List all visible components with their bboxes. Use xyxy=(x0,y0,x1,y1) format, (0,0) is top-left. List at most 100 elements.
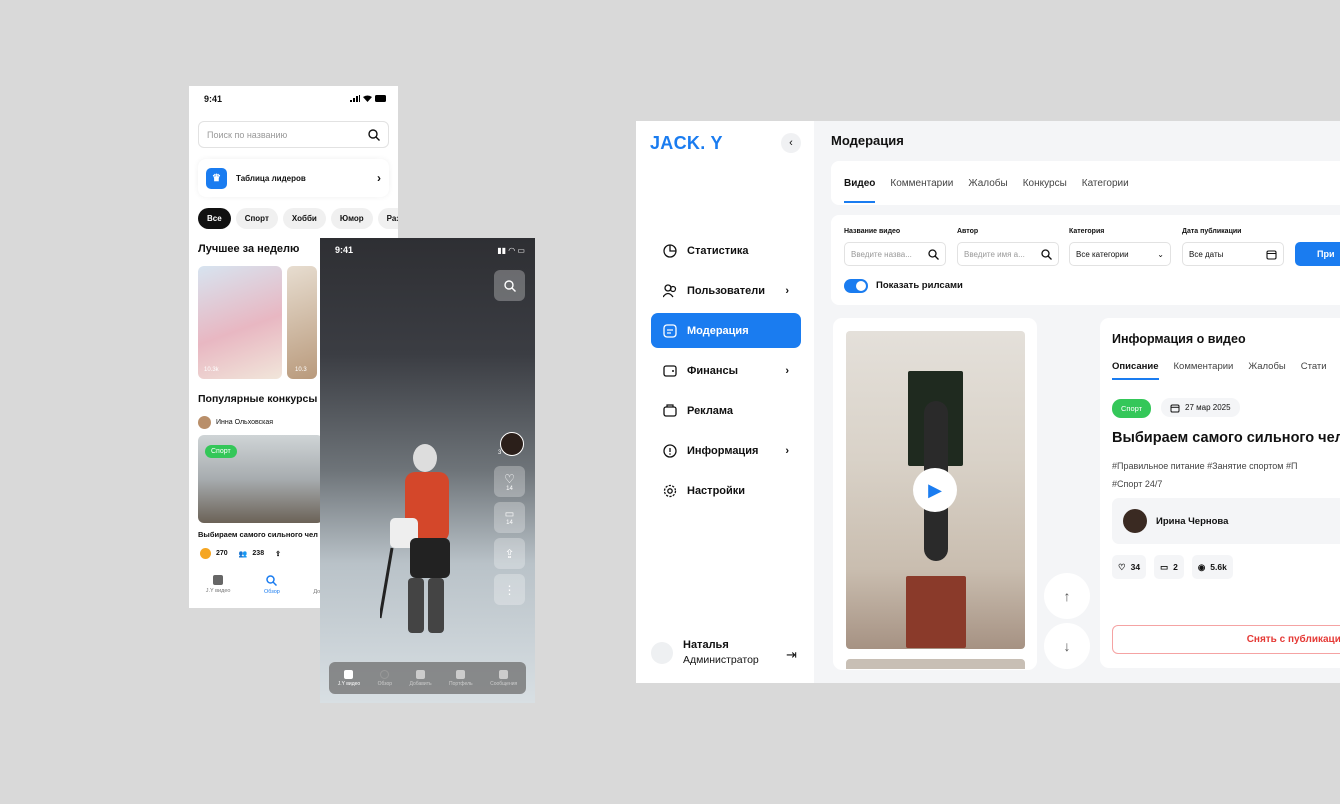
search-input[interactable]: Поиск по названию xyxy=(198,121,389,148)
leaderboard-button[interactable]: ♛ Таблица лидеров › xyxy=(198,159,389,197)
sidebar-item-users[interactable]: Пользователи › xyxy=(651,273,801,308)
nav-overview[interactable]: Обзор xyxy=(264,575,280,608)
collapse-sidebar-button[interactable]: ‹ xyxy=(781,133,801,153)
plus-icon xyxy=(416,669,426,679)
chevron-right-icon: › xyxy=(785,284,789,297)
nav-overview[interactable]: Обзор xyxy=(378,669,392,687)
nav-label: Добавить xyxy=(409,680,432,687)
moderation-icon xyxy=(663,323,677,338)
status-time: 9:41 xyxy=(204,94,223,104)
views-count: 5.6k xyxy=(1210,562,1227,572)
logo: JACK. Y xyxy=(650,133,723,153)
category-select[interactable]: Все категории ⌄ xyxy=(1069,242,1171,266)
search-icon xyxy=(1041,248,1052,260)
sidebar-item-statistics[interactable]: Статистика xyxy=(651,233,801,268)
next-video-thumbnail[interactable] xyxy=(846,659,1025,669)
tab-categories[interactable]: Категории xyxy=(1082,178,1129,189)
ad-icon xyxy=(663,403,677,417)
tab-comments[interactable]: Комментарии xyxy=(1174,361,1234,380)
avatar xyxy=(651,641,673,664)
page-title: Модерация xyxy=(831,133,904,148)
tab-statistics[interactable]: Стати xyxy=(1301,361,1327,380)
wallet-icon xyxy=(663,364,677,377)
reels-toggle[interactable] xyxy=(844,279,868,293)
nav-messages[interactable]: Сообщения xyxy=(490,669,517,687)
author-name: Ирина Чернова xyxy=(1156,515,1229,527)
tab-videos[interactable]: Видео xyxy=(844,164,876,203)
video-author[interactable]: Ирина Чернова xyxy=(1112,498,1340,544)
sidebar-item-settings[interactable]: Настройки xyxy=(651,473,801,508)
video-icon xyxy=(344,669,354,679)
chevron-down-icon: ⌄ xyxy=(1157,249,1164,259)
author-input[interactable]: Введите имя а... xyxy=(957,242,1059,266)
next-video-button[interactable]: ↓ xyxy=(1044,623,1090,669)
chip-more[interactable]: Раз xyxy=(377,208,398,229)
contest-card[interactable]: Спорт xyxy=(198,435,323,523)
nav-add[interactable]: Добавить xyxy=(409,669,432,687)
chip-sport[interactable]: Спорт xyxy=(235,208,278,229)
contest-stats: 270 👥 238 ⇪ xyxy=(200,548,281,559)
chevron-right-icon: › xyxy=(377,171,381,185)
likes-count: 34 xyxy=(1130,562,1141,572)
category-chips: Все Спорт Хобби Юмор Раз xyxy=(198,208,398,229)
video-icon xyxy=(213,575,224,585)
video-thumbnail[interactable]: ▶ xyxy=(846,331,1025,649)
views-stat: ◉ 5.6k xyxy=(1191,555,1233,579)
calendar-icon xyxy=(1266,249,1277,260)
user-role: Администратор xyxy=(683,654,759,666)
share-icon: ⇪ xyxy=(504,546,515,561)
previous-video-button[interactable]: ↑ xyxy=(1044,573,1090,619)
date-label: Дата публикации xyxy=(1182,228,1242,235)
comment-icon: ▭ xyxy=(504,509,515,520)
sidebar-item-moderation[interactable]: Модерация xyxy=(651,313,801,348)
heart-icon: ♡ xyxy=(504,471,515,486)
sidebar-item-ads[interactable]: Реклама xyxy=(651,393,801,428)
avatar xyxy=(198,416,211,429)
sidebar-item-label: Статистика xyxy=(687,244,749,257)
tags-line: #Спорт 24/7 xyxy=(1112,479,1163,489)
video-info-panel: Информация о видео Описание Комментарии … xyxy=(1100,318,1340,668)
nav-jy-video[interactable]: J.Y видео xyxy=(338,669,360,687)
tab-complaints[interactable]: Жалобы xyxy=(1248,361,1285,380)
info-tabs: Описание Комментарии Жалобы Стати xyxy=(1112,361,1327,380)
bottom-navbar: J.Y видео Обзор Добавить Портфель Сообще… xyxy=(329,662,526,694)
leaderboard-label: Таблица лидеров xyxy=(236,173,306,183)
category-label: Категория xyxy=(1069,228,1105,235)
like-button[interactable]: ♡ 14 xyxy=(494,466,525,497)
unpublish-button[interactable]: Снять с публикации xyxy=(1112,625,1340,654)
contest-author-name: Инна Ольховская xyxy=(216,419,274,426)
play-button[interactable]: ▶ xyxy=(913,468,957,512)
tab-contests[interactable]: Конкурсы xyxy=(1023,178,1067,189)
search-button[interactable] xyxy=(494,270,525,301)
chip-all[interactable]: Все xyxy=(198,208,231,229)
video-name-input[interactable]: Введите назва... xyxy=(844,242,946,266)
arrow-up-icon: ↑ xyxy=(1063,588,1071,604)
arrow-down-icon: ↓ xyxy=(1063,638,1071,654)
battery-icon xyxy=(375,95,386,102)
share-icon[interactable]: ⇪ xyxy=(275,550,281,558)
tab-complaints[interactable]: Жалобы xyxy=(968,178,1007,189)
chip-humor[interactable]: Юмор xyxy=(330,208,373,229)
nav-jy-video[interactable]: J.Y видео xyxy=(205,575,231,608)
share-button[interactable]: ⇪ xyxy=(494,538,525,569)
category-badge: Спорт xyxy=(205,445,237,458)
logout-icon[interactable]: ⇥ xyxy=(786,647,797,663)
nav-label: J.Y видео xyxy=(205,588,231,594)
contests-title: Популярные конкурсы xyxy=(198,393,318,405)
chip-hobby[interactable]: Хобби xyxy=(282,208,326,229)
contest-author: Инна Ольховская xyxy=(198,416,273,429)
sidebar-item-label: Пользователи xyxy=(687,284,766,297)
nav-portfolio[interactable]: Портфель xyxy=(449,669,473,687)
sidebar-item-info[interactable]: Информация › xyxy=(651,433,801,468)
tab-description[interactable]: Описание xyxy=(1112,361,1159,380)
week-video-card[interactable]: 10.3 xyxy=(287,266,317,379)
week-video-card[interactable]: 10.3k xyxy=(198,266,282,379)
tab-comments[interactable]: Комментарии xyxy=(890,178,953,189)
more-button[interactable]: ⋮ xyxy=(494,574,525,605)
views-count: 10.3k xyxy=(204,367,219,373)
author-avatar[interactable] xyxy=(500,432,524,456)
comments-button[interactable]: ▭ 14 xyxy=(494,502,525,533)
sidebar-item-finance[interactable]: Финансы › xyxy=(651,353,801,388)
date-picker[interactable]: Все даты xyxy=(1182,242,1284,266)
apply-button[interactable]: При xyxy=(1295,242,1340,266)
